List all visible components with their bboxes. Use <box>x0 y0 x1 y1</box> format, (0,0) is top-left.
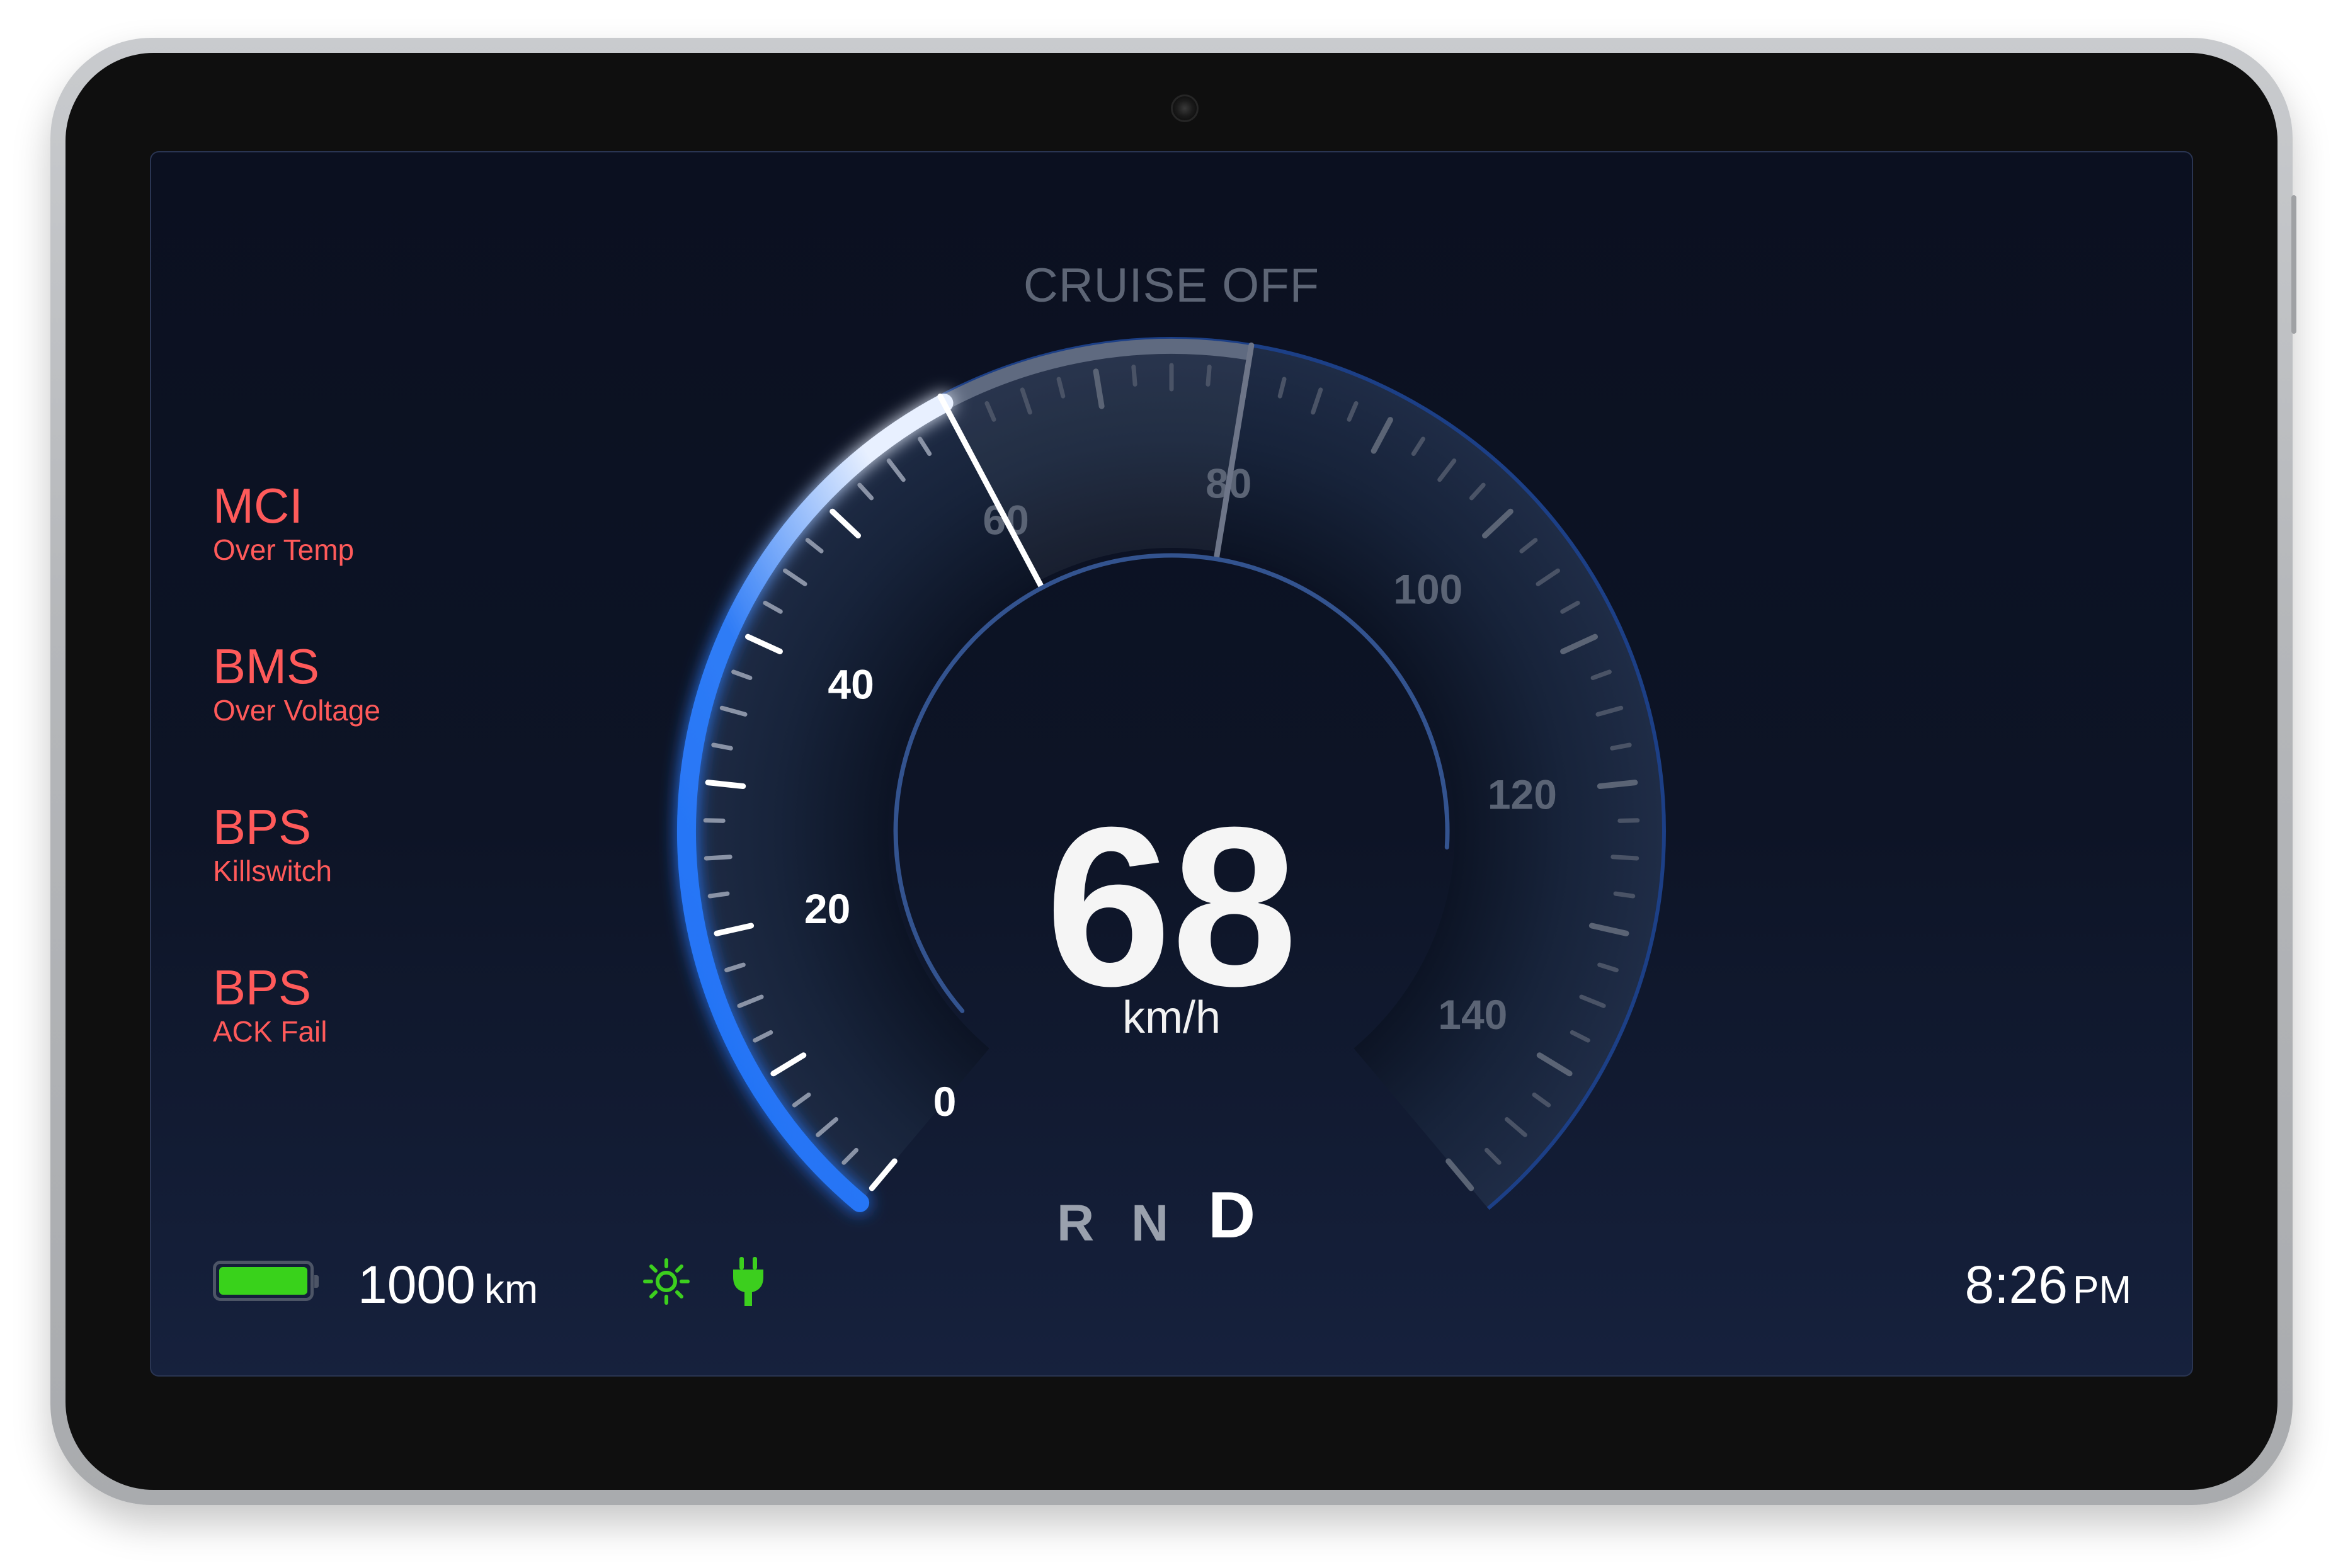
clock: 8:26 PM <box>1965 1254 2132 1315</box>
major-tick <box>1597 780 1638 789</box>
tick-label: 0 <box>933 1078 957 1125</box>
side-button <box>2291 195 2296 334</box>
tick-label: 120 <box>1488 771 1557 818</box>
minor-tick <box>707 891 730 899</box>
tablet-device: CRUISE OFF MCI Over Temp BMS Over Voltag… <box>50 38 2296 1505</box>
gear-d: D <box>1208 1179 1256 1252</box>
battery-indicator <box>213 1261 319 1301</box>
tick-label: 140 <box>1438 991 1507 1038</box>
gear-selector: R N D <box>1057 1178 1309 1253</box>
major-tick <box>705 780 746 789</box>
minor-tick <box>1206 365 1212 387</box>
clock-time: 8:26 <box>1964 1255 2068 1314</box>
battery-terminal <box>314 1275 319 1288</box>
range-readout: 1000 km <box>358 1254 538 1315</box>
range-value: 1000 <box>358 1255 476 1314</box>
tick-label: 20 <box>804 885 850 932</box>
speed-value: 68 <box>1045 780 1298 1033</box>
plug-icon <box>733 1257 763 1306</box>
gear-r: R <box>1057 1195 1095 1252</box>
speed-unit: km/h <box>1122 992 1221 1043</box>
minor-tick <box>704 855 733 861</box>
battery-level-fill <box>219 1267 307 1295</box>
minor-tick <box>1613 891 1636 899</box>
range-unit: km <box>484 1266 539 1312</box>
gear-n: N <box>1131 1195 1169 1252</box>
tick-label: 40 <box>828 661 874 707</box>
minor-tick <box>1610 855 1639 861</box>
front-camera <box>1171 94 1199 122</box>
clock-ampm: PM <box>2073 1268 2131 1312</box>
minor-tick <box>1131 365 1137 387</box>
tick-label: 100 <box>1393 566 1462 613</box>
dashboard-screen: CRUISE OFF MCI Over Temp BMS Over Voltag… <box>150 151 2193 1377</box>
headlight-sun-icon <box>643 1258 690 1305</box>
